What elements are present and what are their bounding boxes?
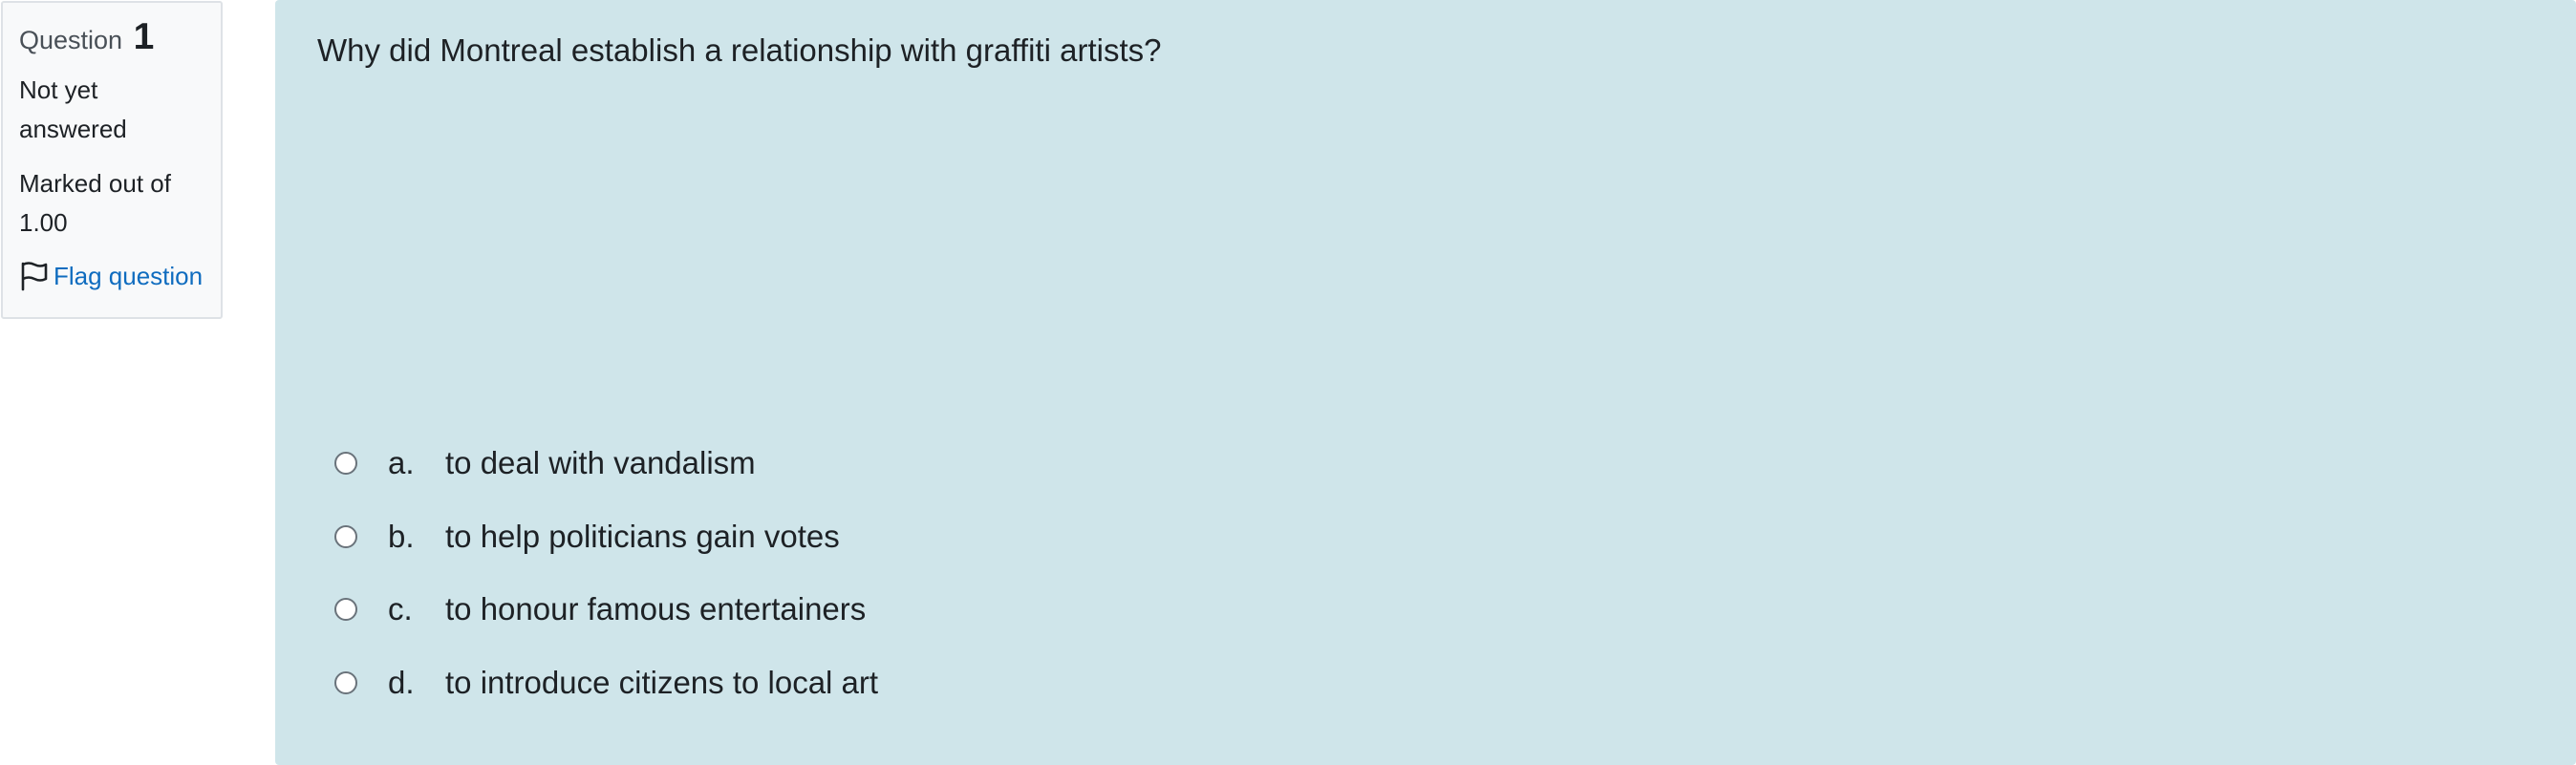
question-info-panel: Question 1 Not yet answered Marked out o… — [1, 1, 223, 319]
quiz-page: Question 1 Not yet answered Marked out o… — [0, 0, 2576, 765]
answer-options: a. to deal with vandalism b. to help pol… — [334, 435, 878, 727]
answer-option-d[interactable]: d. to introduce citizens to local art — [334, 654, 878, 712]
question-content: Why did Montreal establish a relationshi… — [275, 0, 2576, 765]
question-grade: Marked out of 1.00 — [19, 169, 171, 237]
question-number: 1 — [133, 16, 155, 57]
answer-text: to help politicians gain votes — [445, 518, 840, 554]
answer-letter: c. — [388, 591, 413, 627]
answer-text: to deal with vandalism — [445, 445, 756, 480]
flag-outline-icon — [19, 261, 50, 291]
answer-radio-a[interactable] — [334, 452, 357, 475]
answer-radio-c[interactable] — [334, 598, 357, 621]
answer-letter: d. — [388, 664, 415, 700]
answer-letter: a. — [388, 445, 415, 480]
answer-letter: b. — [388, 518, 415, 554]
answer-option-c[interactable]: c. to honour famous entertainers — [334, 581, 878, 638]
answer-text: to introduce citizens to local art — [445, 664, 879, 700]
flag-question-label: Flag question — [54, 262, 204, 290]
answer-option-a[interactable]: a. to deal with vandalism — [334, 435, 878, 492]
question-state: Not yet answered — [19, 75, 127, 143]
flag-question-link[interactable]: Flag question — [19, 260, 204, 292]
answer-option-b[interactable]: b. to help politicians gain votes — [334, 508, 878, 565]
question-text: Why did Montreal establish a relationshi… — [317, 32, 1162, 68]
answer-text: to honour famous entertainers — [445, 591, 867, 627]
question-label: Question — [19, 26, 123, 54]
answer-radio-b[interactable] — [334, 524, 357, 548]
question-number-heading: Question 1 — [19, 18, 204, 59]
answer-radio-d[interactable] — [334, 670, 357, 694]
